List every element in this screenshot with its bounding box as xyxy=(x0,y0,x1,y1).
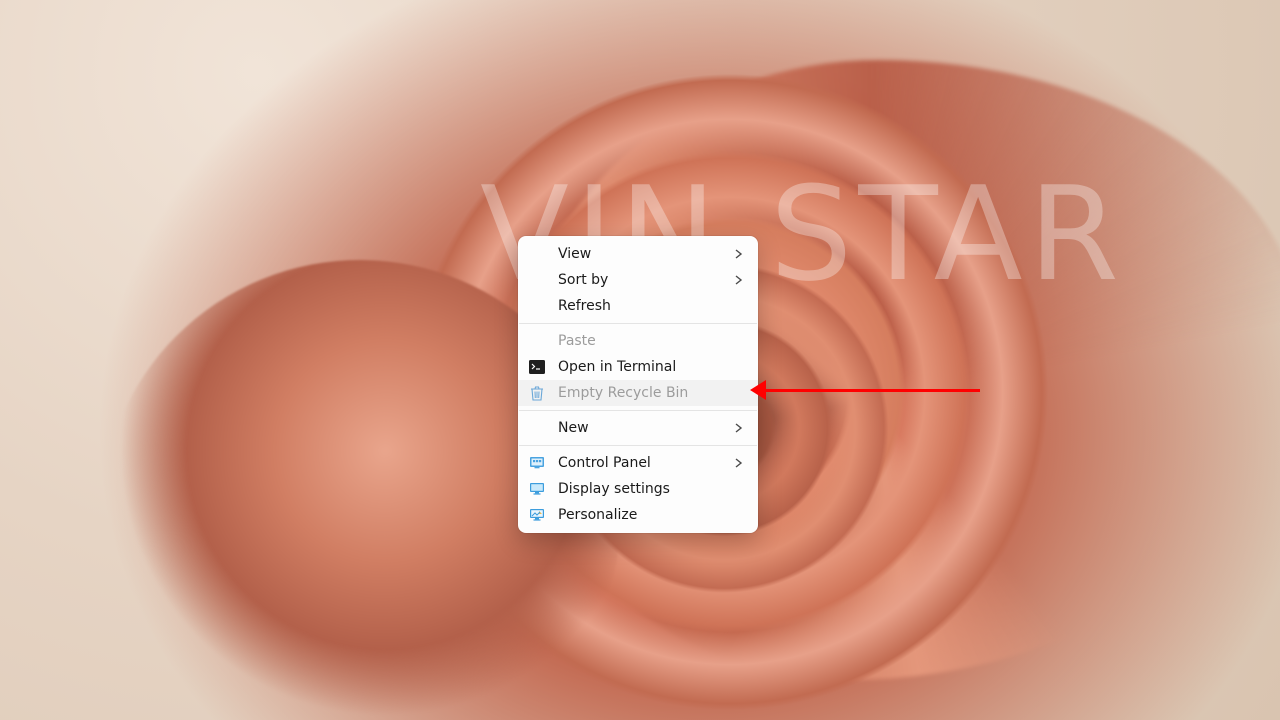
menu-separator xyxy=(519,323,757,324)
chevron-right-icon xyxy=(732,273,746,287)
menu-label: Personalize xyxy=(558,507,746,523)
menu-item-sort-by[interactable]: Sort by xyxy=(518,267,758,293)
menu-item-display-settings[interactable]: Display settings xyxy=(518,476,758,502)
blank-icon xyxy=(528,245,546,263)
blank-icon xyxy=(528,297,546,315)
menu-item-personalize[interactable]: Personalize xyxy=(518,502,758,528)
menu-item-control-panel[interactable]: Control Panel xyxy=(518,450,758,476)
blank-icon xyxy=(528,332,546,350)
blank-icon xyxy=(528,419,546,437)
menu-item-refresh[interactable]: Refresh xyxy=(518,293,758,319)
menu-item-new[interactable]: New xyxy=(518,415,758,441)
menu-label: Refresh xyxy=(558,298,746,314)
menu-label: Open in Terminal xyxy=(558,359,746,375)
menu-label: View xyxy=(558,246,732,262)
recycle-bin-icon xyxy=(528,384,546,402)
menu-item-paste: Paste xyxy=(518,328,758,354)
chevron-right-icon xyxy=(732,247,746,261)
menu-label: Control Panel xyxy=(558,455,732,471)
menu-label: New xyxy=(558,420,732,436)
menu-label: Display settings xyxy=(558,481,746,497)
desktop-wallpaper[interactable]: VIN STAR View Sort by Refresh Paste xyxy=(0,0,1280,720)
personalize-icon xyxy=(528,506,546,524)
menu-separator xyxy=(519,410,757,411)
menu-item-open-in-terminal[interactable]: Open in Terminal xyxy=(518,354,758,380)
menu-item-view[interactable]: View xyxy=(518,241,758,267)
blank-icon xyxy=(528,271,546,289)
terminal-icon xyxy=(528,358,546,376)
chevron-right-icon xyxy=(732,456,746,470)
menu-label: Sort by xyxy=(558,272,732,288)
control-panel-icon xyxy=(528,454,546,472)
menu-item-empty-recycle-bin: Empty Recycle Bin xyxy=(518,380,758,406)
chevron-right-icon xyxy=(732,421,746,435)
menu-separator xyxy=(519,445,757,446)
menu-label: Paste xyxy=(558,333,746,349)
display-icon xyxy=(528,480,546,498)
menu-label: Empty Recycle Bin xyxy=(558,385,746,401)
desktop-context-menu: View Sort by Refresh Paste xyxy=(518,236,758,533)
